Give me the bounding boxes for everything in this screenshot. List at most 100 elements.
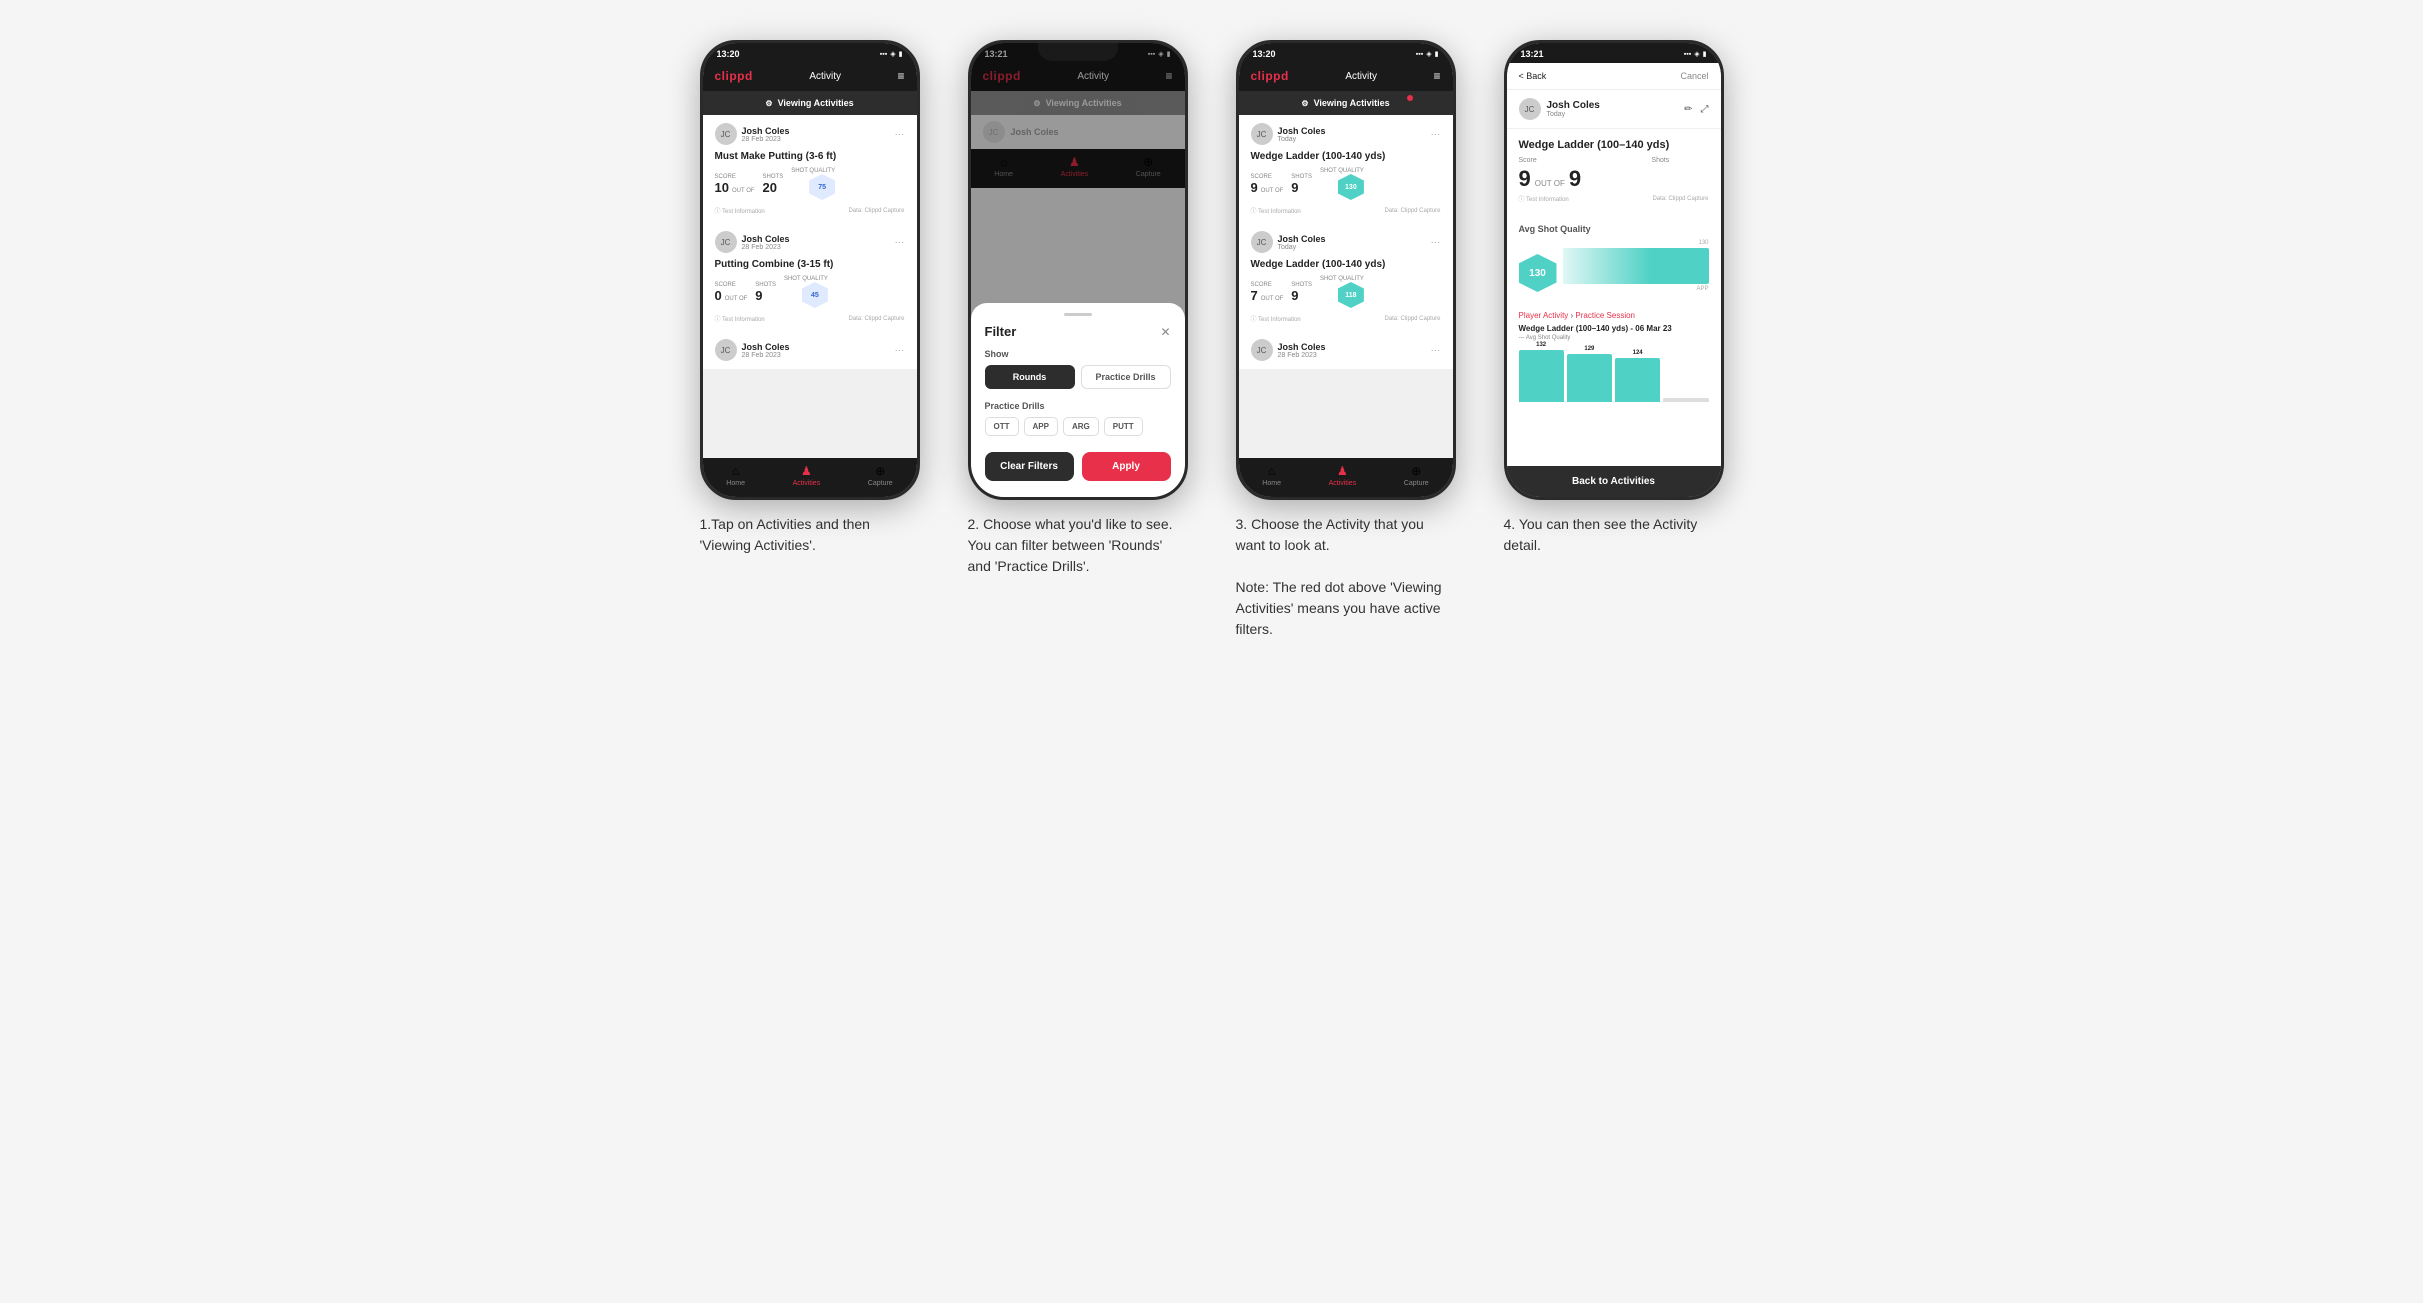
cancel-button-4[interactable]: Cancel xyxy=(1680,71,1708,81)
nav-capture-1[interactable]: ⊕ Capture xyxy=(868,464,893,487)
edit-icon-4[interactable]: ✏ xyxy=(1684,104,1692,115)
nav-home-label-1: Home xyxy=(726,480,745,487)
chart-xlabel-4: APP xyxy=(1563,286,1709,292)
phone-4-screen: 13:21 ▪▪▪ ◈ ▮ < Back Cancel JC xyxy=(1507,43,1721,497)
status-icons-3: ▪▪▪ ◈ ▮ xyxy=(1416,50,1439,58)
stat-score-1-1: Score 10 OUT OF xyxy=(715,174,755,195)
activity-card-1-2[interactable]: JC Josh Coles 28 Feb 2023 ··· Putting Co… xyxy=(703,223,917,331)
activity-card-3-1[interactable]: JC Josh Coles Today ··· Wedge Ladder (10… xyxy=(1239,115,1453,223)
dots-menu-1-3[interactable]: ··· xyxy=(895,345,905,356)
stat-shots-3-2: Shots 9 xyxy=(1291,282,1312,303)
user-text-1-3: Josh Coles 28 Feb 2023 xyxy=(742,342,790,359)
phone-notch-4 xyxy=(1574,43,1654,61)
activity-card-3-2[interactable]: JC Josh Coles Today ··· Wedge Ladder (10… xyxy=(1239,223,1453,331)
nav-home-3[interactable]: ⌂ Home xyxy=(1262,464,1281,487)
activity-card-1-3[interactable]: JC Josh Coles 28 Feb 2023 ··· xyxy=(703,331,917,369)
practice-drills-toggle-2[interactable]: Practice Drills xyxy=(1081,365,1171,389)
show-label-2: Show xyxy=(985,349,1171,359)
screen-content-1: JC Josh Coles 28 Feb 2023 ··· Must Make … xyxy=(703,115,917,458)
viewing-bar-1[interactable]: ⚙ Viewing Activities xyxy=(703,91,917,115)
score-label-4: Score xyxy=(1519,157,1537,164)
detail-user-name-4: Josh Coles xyxy=(1547,100,1600,111)
activities-icon-1: ♟ xyxy=(801,464,812,478)
bar-fill-4-1 xyxy=(1567,354,1612,402)
back-button-4[interactable]: < Back xyxy=(1519,71,1547,81)
user-text-3-2: Josh Coles Today xyxy=(1278,234,1326,251)
user-date-1-3: 28 Feb 2023 xyxy=(742,352,790,359)
stat-shots-1-1: Shots 20 xyxy=(763,174,784,195)
bar-item-4-0: 132 xyxy=(1519,342,1564,402)
chip-ott-2[interactable]: OTT xyxy=(985,417,1019,436)
avatar-3-3: JC xyxy=(1251,339,1273,361)
dots-menu-1-2[interactable]: ··· xyxy=(895,237,905,248)
bar-val-4-0: 132 xyxy=(1536,342,1546,348)
dots-menu-1-1[interactable]: ··· xyxy=(895,129,905,140)
stat-sq-3-2: Shot Quality 118 xyxy=(1320,276,1364,308)
dots-menu-3-3[interactable]: ··· xyxy=(1431,345,1441,356)
close-icon-2[interactable]: ✕ xyxy=(1160,325,1170,339)
chart-top-label-4: 130 xyxy=(1563,240,1709,246)
stat-shots-3-1: Shots 9 xyxy=(1291,174,1312,195)
score-inline-3-1: 9 OUT OF xyxy=(1251,180,1284,195)
stat-shots-1-2: Shots 9 xyxy=(755,282,776,303)
bottom-nav-3: ⌂ Home ♟ Activities ⊕ Capture xyxy=(1239,458,1453,497)
bar-chart-4: 132 129 124 xyxy=(1519,347,1709,402)
phone-column-3: 13:20 ▪▪▪ ◈ ▮ clippd Activity ≡ ⚙ xyxy=(1226,40,1466,640)
detail-chart-row-4: 130 130 APP xyxy=(1519,240,1709,292)
back-to-activities-button-4[interactable]: Back to Activities xyxy=(1507,466,1721,497)
expand-icon-4[interactable]: ⤢ xyxy=(1701,104,1709,115)
info-row-1-2: ⓘ Test Information Data: Clippd Capture xyxy=(715,314,905,323)
user-text-3-3: Josh Coles 28 Feb 2023 xyxy=(1278,342,1326,359)
bar-subtitle-4: --- Avg Shot Quality xyxy=(1519,335,1709,341)
phone-notch-1 xyxy=(770,43,850,61)
score-outof-3-2: OUT OF xyxy=(1261,296,1284,302)
apply-button-2[interactable]: Apply xyxy=(1082,452,1171,481)
avatar-3-2: JC xyxy=(1251,231,1273,253)
activity-card-3-3[interactable]: JC Josh Coles 28 Feb 2023 ··· xyxy=(1239,331,1453,369)
sq-badge-1-1: 75 xyxy=(809,174,835,200)
shots-value-1-2: 9 xyxy=(755,288,776,303)
sq-label-1-2: Shot Quality xyxy=(784,276,828,282)
nav-home-1[interactable]: ⌂ Home xyxy=(726,464,745,487)
phones-row: 13:20 ▪▪▪ ◈ ▮ clippd Activity ≡ ⚙ xyxy=(690,40,1734,640)
chip-putt-2[interactable]: PUTT xyxy=(1104,417,1143,436)
filter-chips-2: OTT APP ARG PUTT xyxy=(985,417,1171,436)
rounds-toggle-2[interactable]: Rounds xyxy=(985,365,1075,389)
dots-menu-3-1[interactable]: ··· xyxy=(1431,129,1441,140)
info-text-right-1-1: Data: Clippd Capture xyxy=(848,208,904,214)
app-header-3: clippd Activity ≡ xyxy=(1239,63,1453,91)
nav-activities-3[interactable]: ♟ Activities xyxy=(1329,464,1357,487)
caption-1: 1.Tap on Activities and then 'Viewing Ac… xyxy=(700,514,920,556)
detail-info-row-4: ⓘ Test Information Data: Clippd Capture xyxy=(1519,194,1709,203)
phone-notch-2 xyxy=(1038,43,1118,61)
menu-icon-3[interactable]: ≡ xyxy=(1433,69,1440,83)
shots-value-3-2: 9 xyxy=(1291,288,1312,303)
viewing-bar-3[interactable]: ⚙ Viewing Activities xyxy=(1239,91,1453,115)
user-name-1-3: Josh Coles xyxy=(742,342,790,352)
sq-label-3-2: Shot Quality xyxy=(1320,276,1364,282)
signal-icon-4: ▪▪▪ xyxy=(1684,51,1691,58)
phone-column-1: 13:20 ▪▪▪ ◈ ▮ clippd Activity ≡ ⚙ xyxy=(690,40,930,556)
detail-user-row-4: JC Josh Coles Today ✏ ⤢ xyxy=(1507,90,1721,129)
activity-title-3-1: Wedge Ladder (100-140 yds) xyxy=(1251,151,1441,162)
chart-bar-4 xyxy=(1563,248,1709,284)
score-value-1-1: 10 xyxy=(715,180,729,195)
nav-capture-3[interactable]: ⊕ Capture xyxy=(1404,464,1429,487)
chip-app-2[interactable]: APP xyxy=(1024,417,1058,436)
nav-activities-1[interactable]: ♟ Activities xyxy=(793,464,821,487)
filter-drag-2 xyxy=(1064,313,1092,316)
dots-menu-3-2[interactable]: ··· xyxy=(1431,237,1441,248)
stats-row-1-1: Score 10 OUT OF Shots 20 xyxy=(715,168,905,200)
menu-icon-1[interactable]: ≡ xyxy=(897,69,904,83)
card-header-3-2: JC Josh Coles Today ··· xyxy=(1251,231,1441,253)
session-label-4: Player Activity › Practice Session xyxy=(1519,311,1709,320)
mini-chart-4: 130 APP xyxy=(1563,240,1709,292)
user-date-1-1: 28 Feb 2023 xyxy=(742,136,790,143)
shots-label-4: Shots xyxy=(1651,157,1669,164)
chip-arg-2[interactable]: ARG xyxy=(1063,417,1099,436)
clear-filters-button-2[interactable]: Clear Filters xyxy=(985,452,1074,481)
activity-card-1-1[interactable]: JC Josh Coles 28 Feb 2023 ··· Must Make … xyxy=(703,115,917,223)
header-title-3: Activity xyxy=(1345,71,1377,82)
user-text-1-2: Josh Coles 28 Feb 2023 xyxy=(742,234,790,251)
card-header-3-3: JC Josh Coles 28 Feb 2023 ··· xyxy=(1251,339,1441,361)
